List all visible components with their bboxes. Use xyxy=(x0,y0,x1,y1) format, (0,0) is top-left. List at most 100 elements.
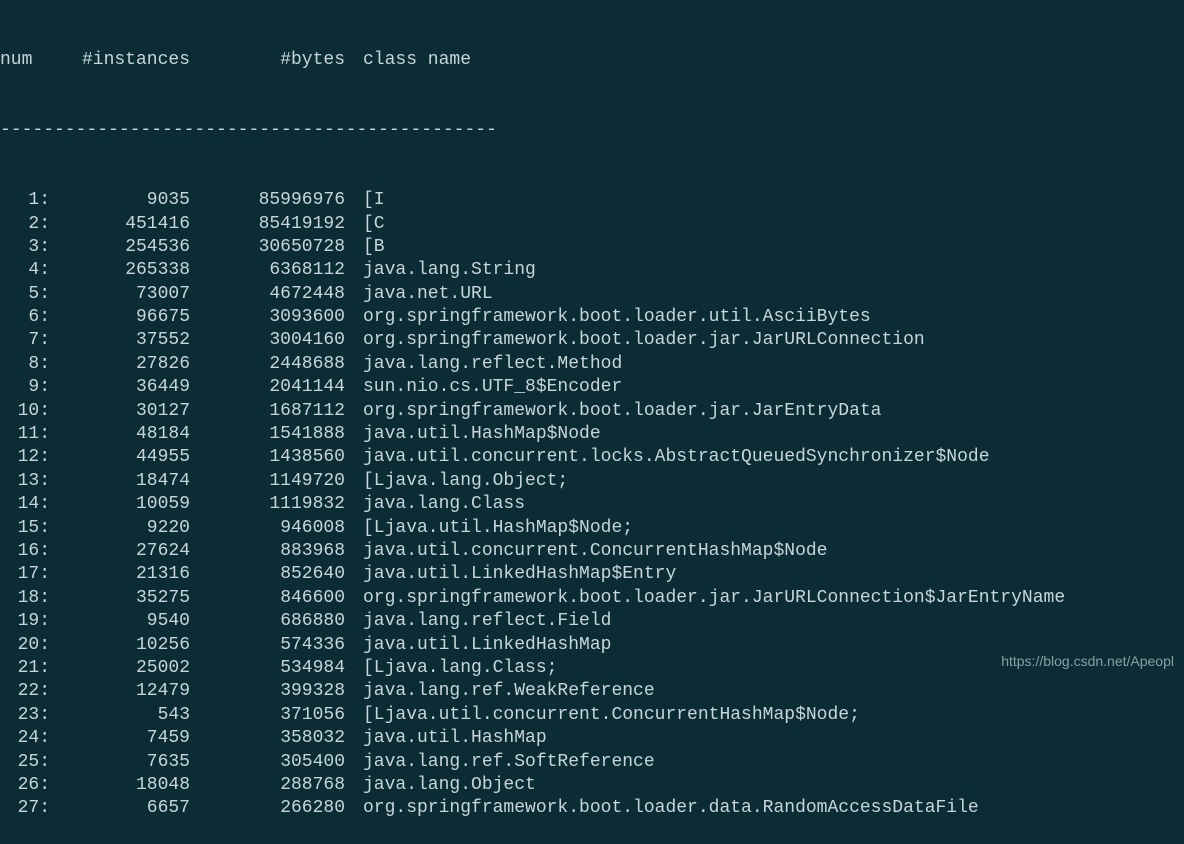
cell-bytes: 358032 xyxy=(190,727,345,750)
cell-instances: 9220 xyxy=(50,517,190,540)
table-row: 3:25453630650728[B xyxy=(0,236,1184,259)
cell-class-name: java.lang.Class xyxy=(345,493,525,516)
cell-class-name: org.springframework.boot.loader.data.Ran… xyxy=(345,797,979,820)
cell-instances: 25002 xyxy=(50,657,190,680)
cell-class-name: java.lang.String xyxy=(345,259,536,282)
cell-class-name: java.util.LinkedHashMap$Entry xyxy=(345,563,676,586)
table-row: 5:730074672448java.net.URL xyxy=(0,283,1184,306)
table-row: 17:21316852640java.util.LinkedHashMap$En… xyxy=(0,563,1184,586)
cell-num: 15: xyxy=(0,517,50,540)
table-row: 24:7459358032java.util.HashMap xyxy=(0,727,1184,750)
cell-class-name: [Ljava.util.concurrent.ConcurrentHashMap… xyxy=(345,704,860,727)
table-row: 27:6657266280org.springframework.boot.lo… xyxy=(0,797,1184,820)
cell-num: 25: xyxy=(0,751,50,774)
cell-class-name: [Ljava.lang.Class; xyxy=(345,657,557,680)
cell-bytes: 1541888 xyxy=(190,423,345,446)
cell-bytes: 3093600 xyxy=(190,306,345,329)
cell-instances: 7459 xyxy=(50,727,190,750)
table-row: 26:18048288768java.lang.Object xyxy=(0,774,1184,797)
cell-class-name: org.springframework.boot.loader.jar.JarU… xyxy=(345,329,925,352)
table-row: 8:278262448688java.lang.reflect.Method xyxy=(0,353,1184,376)
header-instances: #instances xyxy=(50,49,190,72)
cell-bytes: 1438560 xyxy=(190,446,345,469)
table-row: 9:364492041144sun.nio.cs.UTF_8$Encoder xyxy=(0,376,1184,399)
cell-class-name: java.util.concurrent.locks.AbstractQueue… xyxy=(345,446,990,469)
cell-bytes: 946008 xyxy=(190,517,345,540)
cell-instances: 12479 xyxy=(50,680,190,703)
cell-num: 22: xyxy=(0,680,50,703)
divider: ----------------------------------------… xyxy=(0,119,1184,142)
cell-num: 5: xyxy=(0,283,50,306)
table-row: 16:27624883968java.util.concurrent.Concu… xyxy=(0,540,1184,563)
table-body: 1:903585996976[I2:45141685419192[C3:2545… xyxy=(0,189,1184,821)
cell-instances: 543 xyxy=(50,704,190,727)
cell-bytes: 1687112 xyxy=(190,400,345,423)
cell-instances: 44955 xyxy=(50,446,190,469)
cell-num: 2: xyxy=(0,213,50,236)
cell-num: 24: xyxy=(0,727,50,750)
cell-num: 19: xyxy=(0,610,50,633)
cell-bytes: 266280 xyxy=(190,797,345,820)
cell-bytes: 3004160 xyxy=(190,329,345,352)
cell-num: 18: xyxy=(0,587,50,610)
cell-instances: 73007 xyxy=(50,283,190,306)
cell-num: 23: xyxy=(0,704,50,727)
cell-num: 9: xyxy=(0,376,50,399)
cell-num: 14: xyxy=(0,493,50,516)
table-row: 6:966753093600org.springframework.boot.l… xyxy=(0,306,1184,329)
table-row: 7:375523004160org.springframework.boot.l… xyxy=(0,329,1184,352)
cell-bytes: 85419192 xyxy=(190,213,345,236)
cell-bytes: 574336 xyxy=(190,634,345,657)
table-row: 19:9540686880java.lang.reflect.Field xyxy=(0,610,1184,633)
cell-instances: 48184 xyxy=(50,423,190,446)
cell-class-name: java.lang.Object xyxy=(345,774,536,797)
cell-class-name: org.springframework.boot.loader.jar.JarE… xyxy=(345,400,881,423)
cell-class-name: org.springframework.boot.loader.jar.JarU… xyxy=(345,587,1065,610)
cell-class-name: java.util.HashMap xyxy=(345,727,547,750)
cell-bytes: 399328 xyxy=(190,680,345,703)
cell-bytes: 852640 xyxy=(190,563,345,586)
cell-instances: 7635 xyxy=(50,751,190,774)
cell-num: 1: xyxy=(0,189,50,212)
cell-instances: 37552 xyxy=(50,329,190,352)
cell-instances: 10256 xyxy=(50,634,190,657)
cell-instances: 35275 xyxy=(50,587,190,610)
cell-instances: 18048 xyxy=(50,774,190,797)
table-row: 14:100591119832java.lang.Class xyxy=(0,493,1184,516)
table-row: 2:45141685419192[C xyxy=(0,213,1184,236)
cell-class-name: java.net.URL xyxy=(345,283,493,306)
cell-bytes: 846600 xyxy=(190,587,345,610)
cell-instances: 265338 xyxy=(50,259,190,282)
header-bytes: #bytes xyxy=(190,49,345,72)
table-row: 1:903585996976[I xyxy=(0,189,1184,212)
table-row: 4:2653386368112java.lang.String xyxy=(0,259,1184,282)
cell-num: 3: xyxy=(0,236,50,259)
cell-bytes: 2448688 xyxy=(190,353,345,376)
cell-class-name: [Ljava.util.HashMap$Node; xyxy=(345,517,633,540)
cell-bytes: 534984 xyxy=(190,657,345,680)
terminal-output: num #instances #bytes class name -------… xyxy=(0,2,1184,844)
cell-class-name: [B xyxy=(345,236,385,259)
cell-class-name: sun.nio.cs.UTF_8$Encoder xyxy=(345,376,622,399)
cell-class-name: [Ljava.lang.Object; xyxy=(345,470,568,493)
cell-instances: 451416 xyxy=(50,213,190,236)
cell-bytes: 30650728 xyxy=(190,236,345,259)
cell-num: 13: xyxy=(0,470,50,493)
cell-num: 11: xyxy=(0,423,50,446)
cell-bytes: 4672448 xyxy=(190,283,345,306)
cell-class-name: org.springframework.boot.loader.util.Asc… xyxy=(345,306,871,329)
cell-bytes: 1119832 xyxy=(190,493,345,516)
cell-bytes: 686880 xyxy=(190,610,345,633)
cell-bytes: 883968 xyxy=(190,540,345,563)
table-row: 13:184741149720[Ljava.lang.Object; xyxy=(0,470,1184,493)
cell-bytes: 85996976 xyxy=(190,189,345,212)
table-row: 15:9220946008[Ljava.util.HashMap$Node; xyxy=(0,517,1184,540)
table-row: 10:301271687112org.springframework.boot.… xyxy=(0,400,1184,423)
cell-num: 27: xyxy=(0,797,50,820)
cell-class-name: java.util.LinkedHashMap xyxy=(345,634,611,657)
cell-instances: 18474 xyxy=(50,470,190,493)
cell-bytes: 371056 xyxy=(190,704,345,727)
table-row: 12:449551438560java.util.concurrent.lock… xyxy=(0,446,1184,469)
cell-instances: 21316 xyxy=(50,563,190,586)
cell-class-name: java.lang.reflect.Method xyxy=(345,353,622,376)
